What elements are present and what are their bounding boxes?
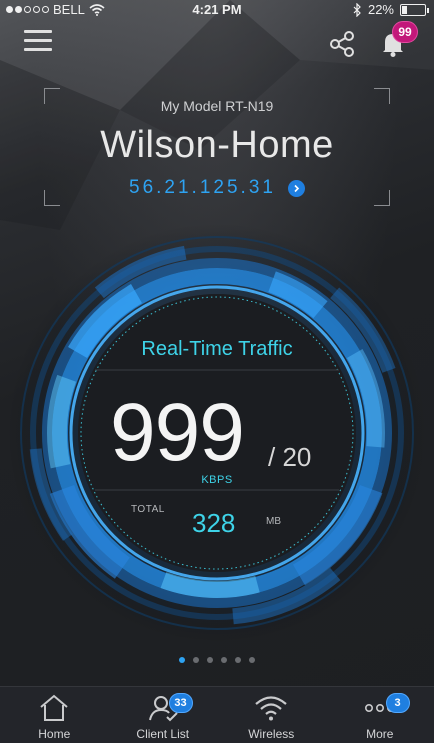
total-value: 328 [192,508,236,538]
traffic-max-value: / 20 [268,442,312,472]
traffic-gauge: Real-Time Traffic 999 / 20 KBPS TOTAL 32… [0,218,434,648]
page-dot[interactable] [235,657,241,663]
page-dot[interactable] [179,657,185,663]
client-count-badge: 33 [168,693,193,713]
tab-label: Wireless [248,727,295,741]
hamburger-menu-icon[interactable] [24,30,52,56]
share-icon[interactable] [328,30,356,58]
total-label: TOTAL [131,504,165,515]
status-right: 22% [352,2,429,17]
tab-home[interactable]: Home [0,687,109,743]
battery-level [402,5,407,14]
page-indicator[interactable] [0,657,434,663]
tab-wireless[interactable]: Wireless [217,687,326,743]
page-dot[interactable] [193,657,199,663]
more-badge: 3 [385,693,410,713]
tab-label: Client List [136,727,190,741]
home-icon [34,691,74,725]
page-dot[interactable] [249,657,255,663]
battery-icon [400,3,429,16]
page-dot[interactable] [221,657,227,663]
page-dot[interactable] [207,657,213,663]
tab-label: Home [38,727,71,741]
router-model: My Model RT-N19 [160,98,274,114]
wifi-icon [251,691,291,725]
notification-badge: 99 [392,21,418,43]
tab-label: More [366,727,394,741]
router-info-card: My Model RT-N19 Wilson-Home 56.21.125.31 [44,88,390,206]
ip-row[interactable]: 56.21.125.31 [44,177,390,199]
status-bar: BELL 4:21 PM 22% [0,0,434,20]
bluetooth-icon [353,2,361,17]
tab-bar: Home Client List 33 Wireless More 3 [0,686,434,743]
router-name[interactable]: Wilson-Home [44,124,390,167]
chevron-right-icon[interactable] [287,179,305,197]
traffic-unit: KBPS [201,474,233,486]
total-unit: MB [266,516,281,527]
battery-percent: 22% [367,2,394,17]
ip-address: 56.21.125.31 [129,177,276,198]
tab-client-list[interactable]: Client List 33 [109,687,218,743]
gauge-title: Real-Time Traffic [141,338,293,360]
traffic-current-value: 999 [110,387,245,478]
tab-more[interactable]: More 3 [326,687,434,743]
